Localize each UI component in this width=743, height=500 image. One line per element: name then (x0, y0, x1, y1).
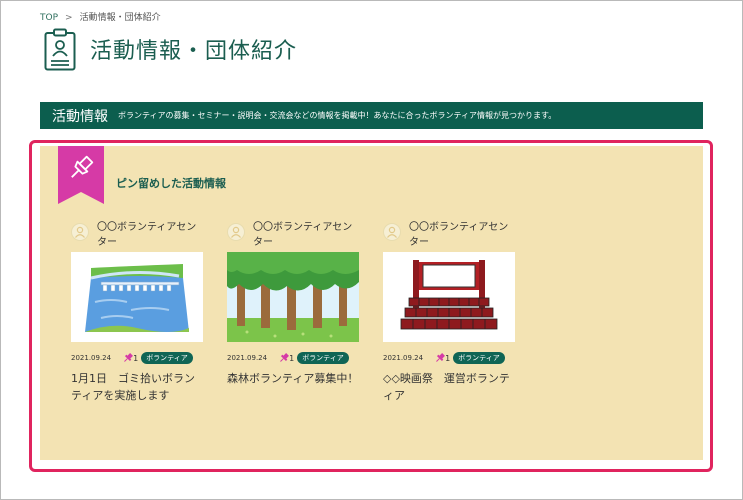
user-icon (71, 223, 89, 241)
pin-count: 1 (123, 353, 138, 363)
section-description: ボランティアの募集・セミナー・説明会・交流会などの情報を掲載中！あなたに合ったボ… (118, 111, 557, 120)
pin-count-value: 1 (133, 353, 139, 363)
pushpin-icon (280, 353, 290, 362)
pinned-heading: ピン留めした活動情報 (116, 177, 226, 190)
breadcrumb: TOP > 活動情報・団体紹介 (40, 10, 161, 23)
pin-ribbon (58, 146, 104, 204)
section-header: 活動情報 ボランティアの募集・セミナー・説明会・交流会などの情報を掲載中！あなた… (40, 102, 703, 129)
breadcrumb-separator: > (65, 13, 73, 23)
category-tag[interactable]: ボランティア (141, 352, 193, 364)
pin-count: 1 (279, 353, 294, 363)
category-tag[interactable]: ボランティア (453, 352, 505, 364)
pushpin-icon (124, 353, 134, 362)
section-title: 活動情報 (52, 108, 108, 125)
activity-image-forest[interactable] (227, 252, 359, 342)
pin-count-value: 1 (289, 353, 295, 363)
post-date: 2021.09.24 (383, 354, 424, 362)
card-title[interactable]: 1月1日 ゴミ拾いボランティアを実施します (71, 370, 203, 404)
card-title[interactable]: ◇◇映画祭 運営ボランティア (383, 370, 515, 404)
pushpin-icon (436, 353, 446, 362)
breadcrumb-current: 活動情報・団体紹介 (79, 13, 161, 23)
organization-name[interactable]: 〇〇ボランティアセンター (97, 220, 203, 250)
organization-name[interactable]: 〇〇ボランティアセンター (409, 220, 515, 250)
card-meta: 2021.09.24 1 ボランティア (71, 351, 193, 365)
card-meta: 2021.09.24 1 ボランティア (227, 351, 349, 365)
activity-image-river-bridge[interactable] (71, 252, 203, 342)
card-meta: 2021.09.24 1 ボランティア (383, 351, 505, 365)
pin-count: 1 (435, 353, 450, 363)
category-tag[interactable]: ボランティア (297, 352, 349, 364)
post-date: 2021.09.24 (71, 354, 112, 362)
pin-count-value: 1 (445, 353, 451, 363)
breadcrumb-home-link[interactable]: TOP (40, 13, 58, 23)
user-icon (383, 223, 401, 241)
page-title: 活動情報・団体紹介 (90, 39, 298, 64)
activity-image-movie-theater[interactable] (383, 252, 515, 342)
user-icon (227, 223, 245, 241)
post-date: 2021.09.24 (227, 354, 268, 362)
organization-name[interactable]: 〇〇ボランティアセンター (253, 220, 359, 250)
clipboard-icon (44, 28, 76, 71)
card-title[interactable]: 森林ボランティア募集中！ (227, 370, 359, 387)
